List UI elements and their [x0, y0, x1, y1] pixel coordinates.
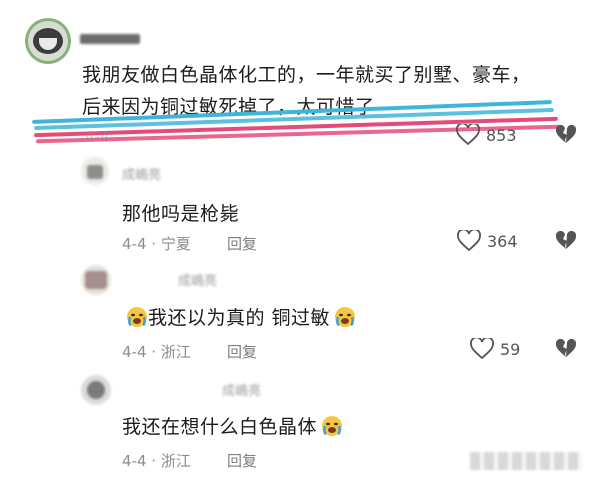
broken-heart-icon[interactable] [555, 231, 577, 251]
comment-text: 那他吗是枪毙 [122, 203, 240, 225]
username: 成嶋亮 [122, 168, 162, 183]
crying-emoji-icon [126, 306, 148, 328]
like-count: 364 [487, 232, 518, 251]
heart-icon[interactable] [470, 338, 494, 360]
heart-icon[interactable] [456, 124, 480, 146]
comment-meta: 4-4 · 宁夏 [122, 235, 191, 253]
reply-button[interactable]: 回复 [227, 341, 257, 362]
comment-text: 我还以为真的 铜过敏 [126, 303, 356, 330]
username-redacted [80, 34, 140, 44]
crying-emoji-icon [321, 415, 343, 437]
avatar[interactable] [81, 265, 111, 295]
comment-text-line1: 我朋友做白色晶体化工的，一年就买了别墅、豪车， [82, 64, 531, 86]
broken-heart-icon[interactable] [555, 125, 577, 145]
avatar[interactable] [25, 18, 71, 64]
comment-date: 4-4 [85, 128, 110, 146]
crying-emoji-icon [334, 306, 356, 328]
avatar[interactable] [81, 375, 111, 405]
username: 成嶋亮 [178, 274, 218, 289]
like-count: 853 [486, 126, 517, 145]
reply-button[interactable]: 回复 [227, 450, 257, 471]
reply-button[interactable]: 回复 [227, 233, 257, 254]
comment-text: 我还在想什么白色晶体 [122, 412, 343, 439]
comment-meta: 4-4 · 浙江 [122, 343, 191, 361]
watermark [470, 452, 582, 470]
like-count: 59 [500, 340, 521, 359]
username: 成嶋亮 [222, 384, 262, 399]
comment-meta: 4-4 · 浙江 [122, 452, 191, 470]
heart-icon[interactable] [457, 230, 481, 252]
broken-heart-icon[interactable] [555, 339, 577, 359]
avatar[interactable] [81, 157, 109, 185]
